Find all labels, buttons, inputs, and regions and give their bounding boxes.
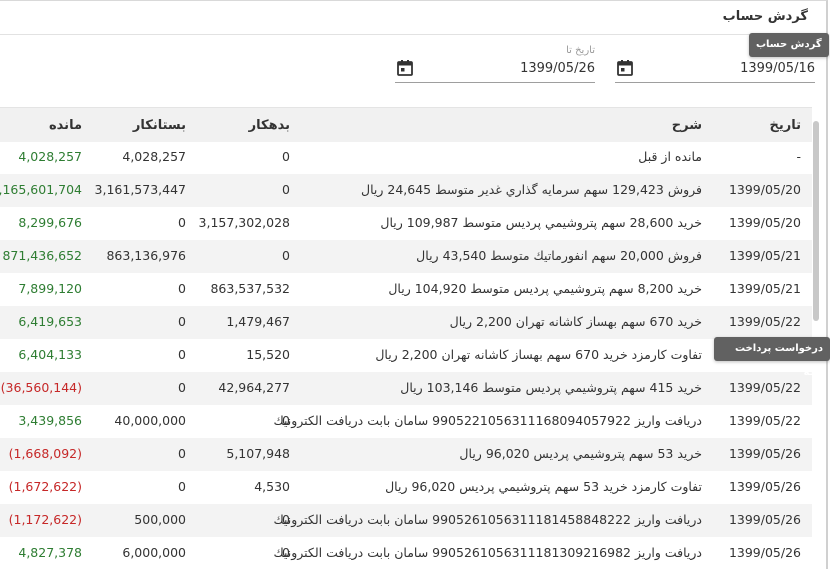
table-row[interactable]: 1399/05/20 خريد 28,600 سهم پتروشيمي پرديس… bbox=[0, 207, 812, 240]
cell-description: خريد 53 سهم پتروشيمي پرديس 96,020 ريال bbox=[459, 446, 702, 461]
cell-description: دريافت واريز 9905261056311181458848222 س… bbox=[273, 512, 702, 527]
cell-description: مانده از قبل bbox=[638, 149, 702, 164]
cell-description: دريافت واريز 9905261056311181309216982 س… bbox=[273, 545, 702, 560]
cell-credit: 0 bbox=[178, 380, 186, 395]
calendar-icon[interactable] bbox=[396, 59, 414, 77]
cell-description: خريد 28,600 سهم پتروشيمي پرديس متوسط 109… bbox=[380, 215, 702, 230]
cell-credit: 0 bbox=[178, 347, 186, 362]
cell-balance: 4,028,257 bbox=[18, 149, 82, 164]
cell-description: خريد 415 سهم پتروشيمي پرديس متوسط 103,14… bbox=[400, 380, 702, 395]
table-row[interactable]: 1399/05/20 فروش 129,423 سهم سرمايه گذاري … bbox=[0, 174, 812, 207]
to-date-value[interactable]: 1399/05/26 bbox=[520, 61, 595, 76]
header-description[interactable]: شرح bbox=[672, 118, 702, 133]
cell-date: 1399/05/22 bbox=[728, 380, 801, 395]
cell-date: - bbox=[796, 149, 801, 164]
table-row[interactable]: 1399/05/26 دريافت واريز 99052610563111813… bbox=[0, 537, 812, 570]
cell-balance: 871,436,652 bbox=[2, 248, 82, 263]
cell-balance: 7,899,120 bbox=[18, 281, 82, 296]
table-row[interactable]: 1399/05/26 خريد 53 سهم پتروشيمي پرديس 96,… bbox=[0, 438, 812, 471]
cell-credit: 40,000,000 bbox=[114, 413, 186, 428]
cell-credit: 4,028,257 bbox=[122, 149, 186, 164]
cell-credit: 0 bbox=[178, 314, 186, 329]
cell-debit: 1,479,467 bbox=[226, 314, 290, 329]
table-row[interactable]: تفاوت كارمزد خريد 670 سهم بهساز كاشانه ت… bbox=[0, 339, 812, 372]
cell-credit: 500,000 bbox=[134, 512, 186, 527]
cell-date: 1399/05/20 bbox=[728, 215, 801, 230]
cell-balance: (1,172,622) bbox=[8, 512, 82, 527]
cell-description: دريافت واريز 9905221056311168094057922 س… bbox=[273, 413, 702, 428]
cell-balance: 6,404,133 bbox=[18, 347, 82, 362]
cell-balance: (36,560,144) bbox=[0, 380, 82, 395]
table-header: تاریخ شرح بدهکار بستانکار مانده bbox=[0, 107, 812, 142]
header-balance[interactable]: مانده bbox=[49, 118, 82, 133]
account-turnover-panel: گردش حساب 1399/05/16 تاریخ تا 1399/05/26… bbox=[0, 0, 828, 569]
table-row[interactable]: 1399/05/22 خريد 670 سهم بهساز كاشانه تهرا… bbox=[0, 306, 812, 339]
cell-credit: 0 bbox=[178, 446, 186, 461]
to-date-label: تاریخ تا bbox=[566, 45, 595, 56]
scrollbar-thumb[interactable] bbox=[813, 121, 819, 321]
to-date-field[interactable]: تاریخ تا 1399/05/26 bbox=[395, 45, 595, 83]
table-row[interactable]: - مانده از قبل 0 4,028,257 4,028,257 bbox=[0, 141, 812, 174]
cell-debit: 0 bbox=[282, 182, 290, 197]
cell-date: 1399/05/26 bbox=[728, 446, 801, 461]
cell-date: 1399/05/21 bbox=[728, 248, 801, 263]
cell-debit: 15,520 bbox=[246, 347, 290, 362]
table-row[interactable]: 1399/05/26 تفاوت كارمزد خريد 53 سهم پتروش… bbox=[0, 471, 812, 504]
cell-balance: 3,165,601,704 bbox=[0, 182, 82, 197]
table-row[interactable]: 1399/05/21 فروش 20,000 سهم انفورماتيك متو… bbox=[0, 240, 812, 273]
cell-description: تفاوت كارمزد خريد 670 سهم بهساز كاشانه ت… bbox=[375, 347, 702, 362]
cell-debit: 0 bbox=[282, 545, 290, 560]
cell-debit: 863,537,532 bbox=[210, 281, 290, 296]
cell-credit: 0 bbox=[178, 281, 186, 296]
header-debit[interactable]: بدهکار bbox=[249, 118, 290, 133]
cell-debit: 42,964,277 bbox=[218, 380, 290, 395]
from-date-value[interactable]: 1399/05/16 bbox=[740, 61, 815, 76]
cell-credit: 6,000,000 bbox=[122, 545, 186, 560]
cell-credit: 863,136,976 bbox=[106, 248, 186, 263]
cell-date: 1399/05/26 bbox=[728, 512, 801, 527]
cell-description: خريد 8,200 سهم پتروشيمي پرديس متوسط 104,… bbox=[388, 281, 702, 296]
calendar-icon[interactable] bbox=[616, 59, 634, 77]
table-row[interactable]: 1399/05/21 خريد 8,200 سهم پتروشيمي پرديس … bbox=[0, 273, 812, 306]
cell-debit: 0 bbox=[282, 248, 290, 263]
tooltip-payment-request: درخواست پرداخت وجه bbox=[714, 337, 830, 378]
panel-title: گردش حساب bbox=[722, 9, 808, 24]
cell-date: 1399/05/21 bbox=[728, 281, 801, 296]
cell-balance: 3,439,856 bbox=[18, 413, 82, 428]
title-divider bbox=[0, 34, 826, 35]
cell-debit: 3,157,302,028 bbox=[198, 215, 290, 230]
cell-debit: 0 bbox=[282, 149, 290, 164]
cell-date: 1399/05/26 bbox=[728, 479, 801, 494]
cell-credit: 0 bbox=[178, 479, 186, 494]
table-row[interactable]: 1399/05/22 خريد 415 سهم پتروشيمي پرديس مت… bbox=[0, 372, 812, 405]
cell-balance: 8,299,676 bbox=[18, 215, 82, 230]
cell-description: فروش 20,000 سهم انفورماتيك متوسط 43,540 … bbox=[416, 248, 702, 263]
from-date-underline bbox=[615, 82, 815, 83]
tooltip-account-turnover: گردش حساب bbox=[749, 33, 829, 57]
cell-credit: 0 bbox=[178, 215, 186, 230]
cell-debit: 0 bbox=[282, 512, 290, 527]
cell-date: 1399/05/22 bbox=[728, 413, 801, 428]
cell-description: فروش 129,423 سهم سرمايه گذاري غدير متوسط… bbox=[361, 182, 702, 197]
cell-balance: (1,668,092) bbox=[8, 446, 82, 461]
to-date-underline bbox=[395, 82, 595, 83]
cell-description: تفاوت كارمزد خريد 53 سهم پتروشيمي پرديس … bbox=[385, 479, 702, 494]
cell-debit: 0 bbox=[282, 413, 290, 428]
cell-debit: 4,530 bbox=[254, 479, 290, 494]
cell-balance: 4,827,378 bbox=[18, 545, 82, 560]
cell-balance: 6,419,653 bbox=[18, 314, 82, 329]
header-credit[interactable]: بستانکار bbox=[133, 118, 186, 133]
cell-credit: 3,161,573,447 bbox=[94, 182, 186, 197]
cell-debit: 5,107,948 bbox=[226, 446, 290, 461]
table-row[interactable]: 1399/05/22 دريافت واريز 99052210563111680… bbox=[0, 405, 812, 438]
header-date[interactable]: تاریخ bbox=[770, 118, 802, 133]
cell-date: 1399/05/26 bbox=[728, 545, 801, 560]
cell-description: خريد 670 سهم بهساز كاشانه تهران 2,200 ري… bbox=[449, 314, 702, 329]
table-row[interactable]: 1399/05/26 دريافت واريز 99052610563111814… bbox=[0, 504, 812, 537]
cell-date: 1399/05/20 bbox=[728, 182, 801, 197]
cell-date: 1399/05/22 bbox=[728, 314, 801, 329]
cell-balance: (1,672,622) bbox=[8, 479, 82, 494]
